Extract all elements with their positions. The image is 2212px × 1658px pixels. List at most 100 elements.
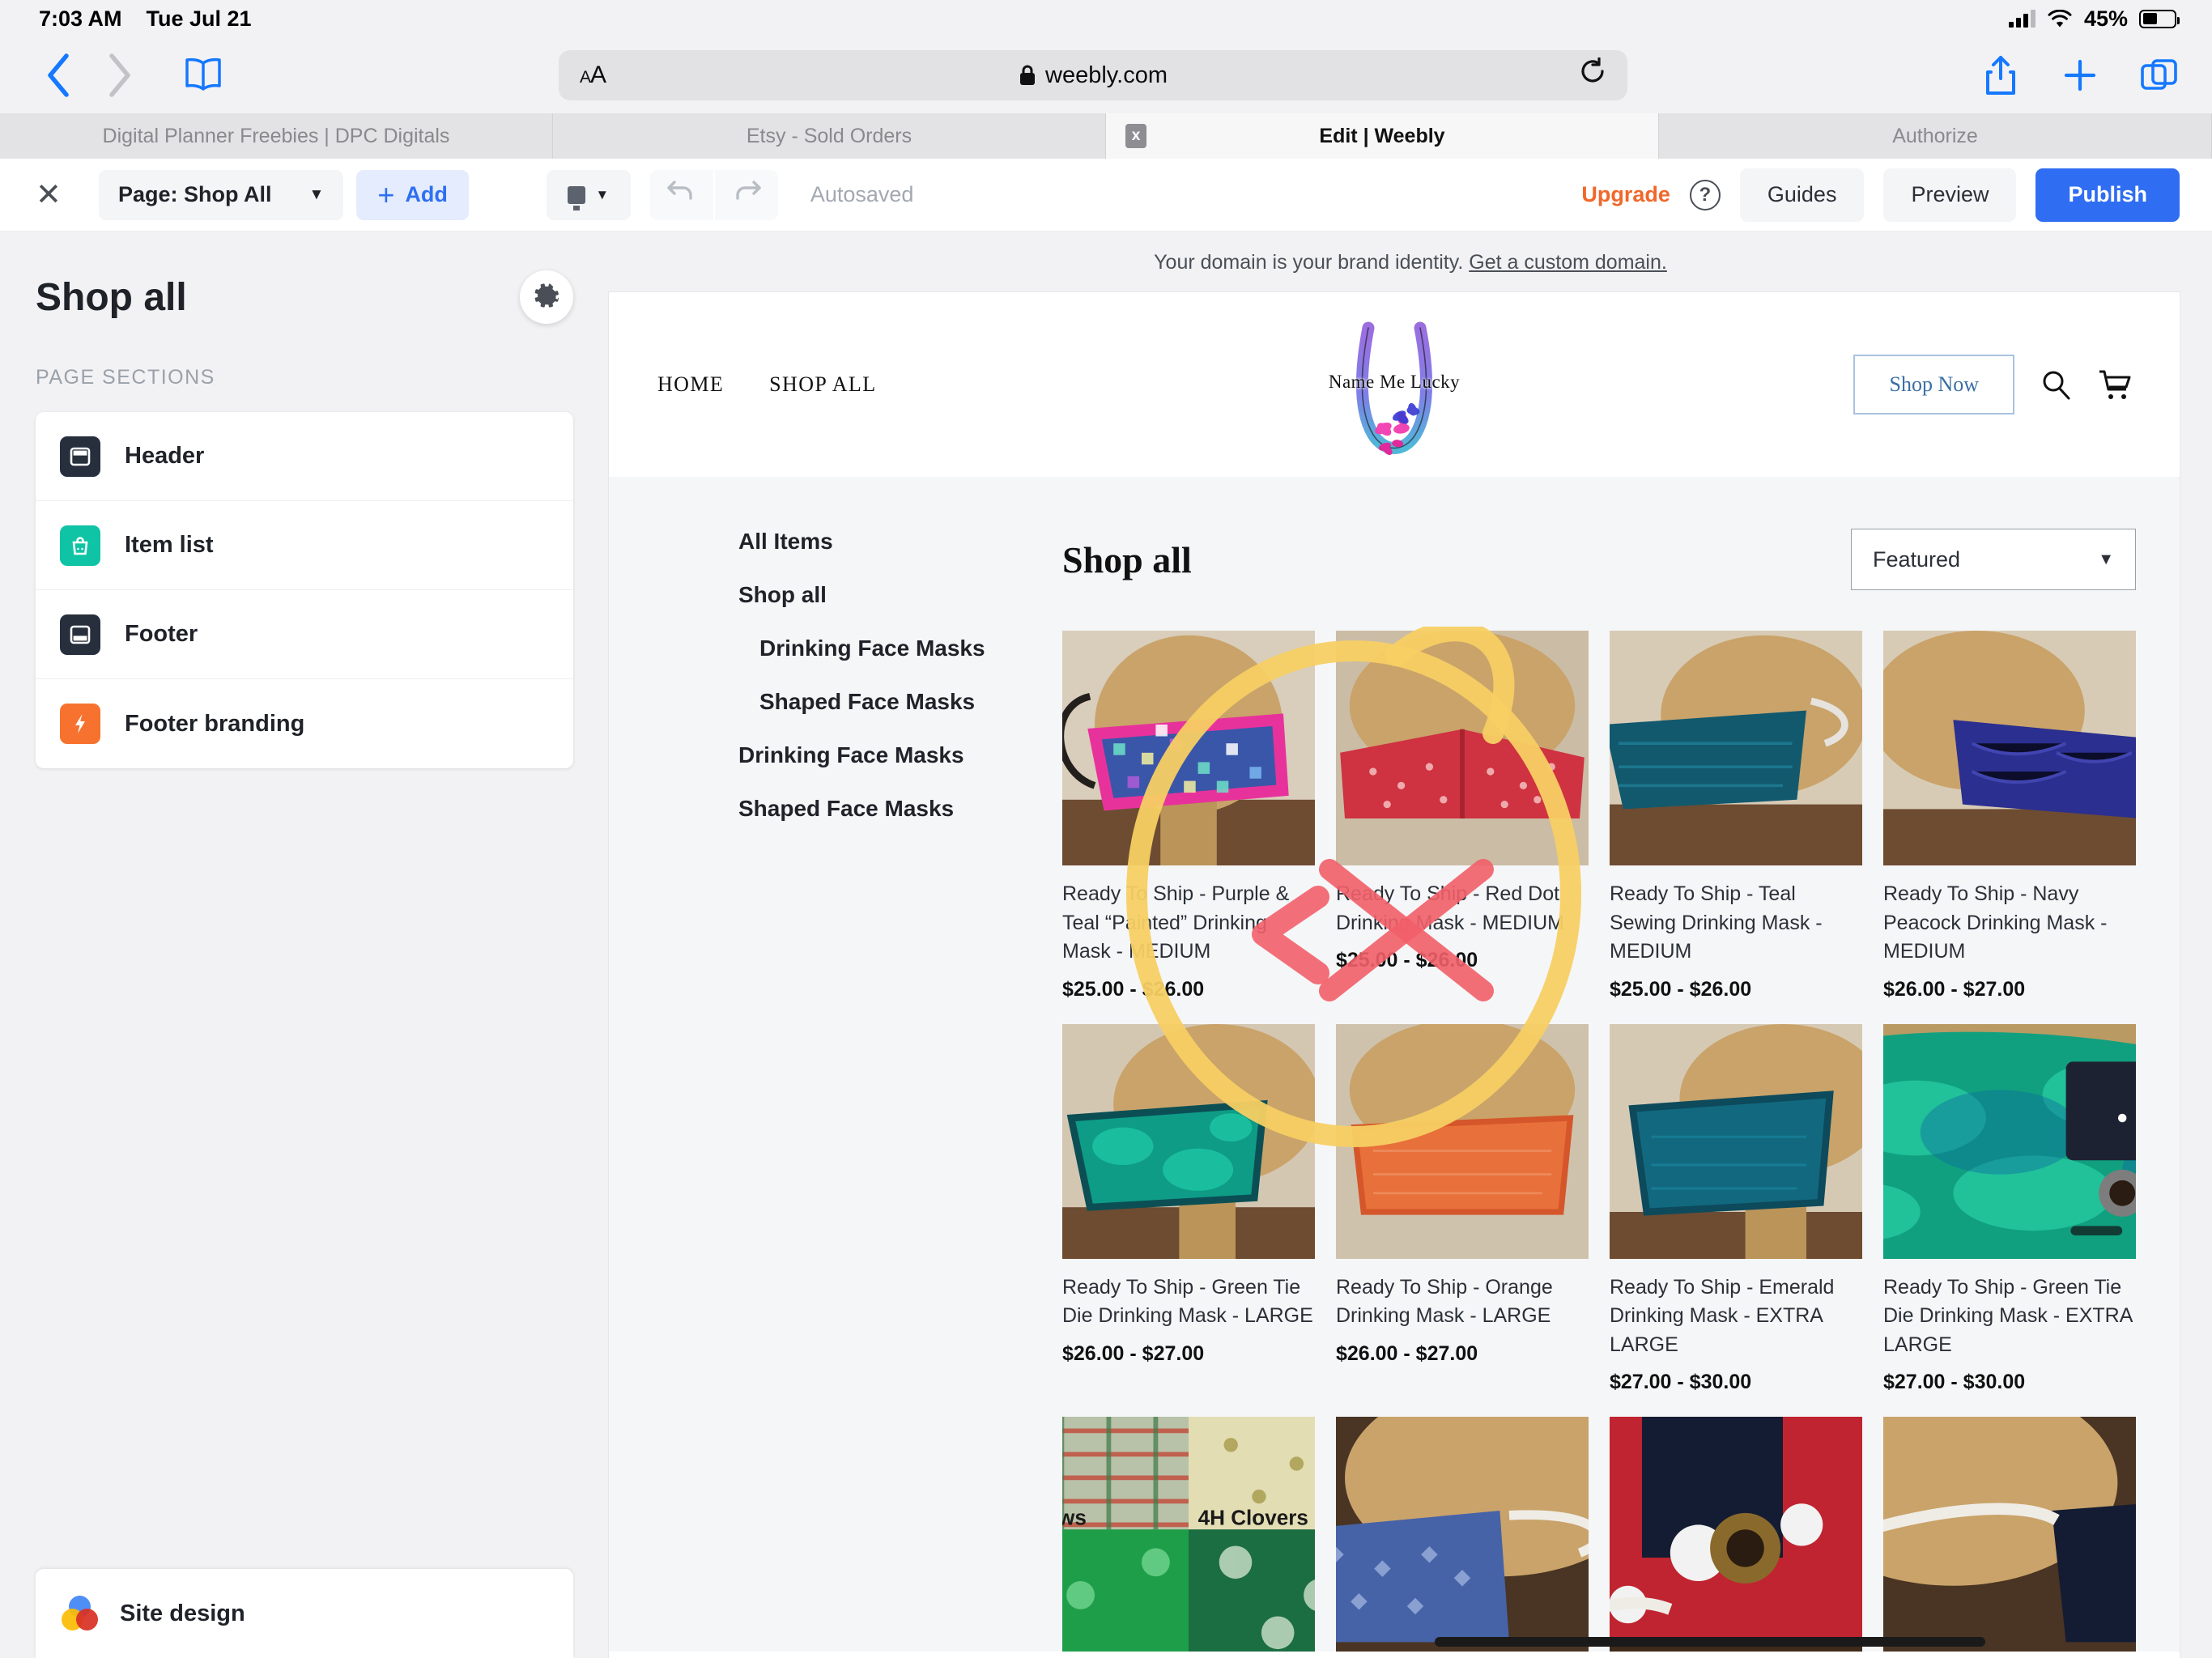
- horseshoe-flowers-logo: Name Me Lucky: [1313, 321, 1475, 459]
- product-card[interactable]: [1610, 1417, 1862, 1652]
- close-icon[interactable]: ✕: [36, 176, 74, 213]
- cellular-signal-icon: [2008, 10, 2035, 28]
- site-design-label: Site design: [120, 1600, 245, 1626]
- question-mark-icon[interactable]: ?: [1689, 179, 1721, 210]
- site-nav-home[interactable]: HOME: [657, 372, 724, 397]
- product-card[interactable]: Ready To Ship - Emerald Drinking Mask - …: [1610, 1023, 1862, 1395]
- svg-text:Green Bows: Green Bows: [1062, 1505, 1087, 1529]
- category-list: All Items Shop all Drinking Face Masks S…: [738, 529, 1062, 822]
- shop-now-label: Shop Now: [1889, 372, 1979, 396]
- gear-icon[interactable]: [520, 270, 573, 324]
- product-image: Green Bows 4H Clovers: [1062, 1417, 1315, 1652]
- sidebar-item-item-list[interactable]: Item list: [36, 501, 573, 590]
- product-price: $25.00 - $26.00: [1062, 977, 1205, 1001]
- browser-tab[interactable]: Authorize: [1659, 113, 2212, 159]
- desktop-icon: [568, 185, 586, 210]
- publish-button-label: Publish: [2068, 182, 2147, 206]
- product-card[interactable]: Ready To Ship - Teal Sewing Drinking Mas…: [1610, 631, 1862, 1001]
- device-preview-selector[interactable]: ▼: [546, 169, 631, 220]
- preview-button[interactable]: Preview: [1883, 168, 2017, 222]
- browser-tab[interactable]: Digital Planner Freebies | DPC Digitals: [0, 113, 553, 159]
- product-image: [1883, 631, 2136, 865]
- chevron-left-icon[interactable]: [29, 45, 89, 105]
- product-card[interactable]: [1883, 1417, 2136, 1652]
- product-card[interactable]: Ready To Ship - Navy Peacock Drinking Ma…: [1883, 631, 2136, 1001]
- product-card[interactable]: Green Bows 4H Clovers: [1062, 1417, 1315, 1652]
- book-icon[interactable]: [173, 45, 233, 105]
- status-date: Tue Jul 21: [146, 6, 252, 31]
- battery-icon: [2139, 9, 2180, 28]
- product-price: $26.00 - $27.00: [1062, 1341, 1205, 1365]
- guides-button[interactable]: Guides: [1739, 168, 1865, 222]
- close-icon[interactable]: x: [1125, 124, 1146, 148]
- chevron-down-icon: ▼: [2098, 550, 2114, 568]
- publish-button[interactable]: Publish: [2035, 168, 2180, 222]
- listing-title: Shop all: [1062, 538, 1192, 580]
- sidebar-item-label: Item list: [125, 532, 214, 558]
- tab-overview-icon[interactable]: [2136, 45, 2183, 105]
- product-image: [1336, 1023, 1589, 1259]
- product-card[interactable]: Ready To Ship - Orange Drinking Mask - L…: [1336, 1023, 1589, 1395]
- category-drinking-face-masks-sub[interactable]: Drinking Face Masks: [738, 636, 1062, 661]
- site-design-button[interactable]: Site design: [36, 1569, 573, 1658]
- share-icon[interactable]: [1977, 45, 2024, 105]
- upgrade-link[interactable]: Upgrade: [1581, 182, 1670, 207]
- product-title: Ready To Ship - Purple & Teal “Painted” …: [1062, 882, 1290, 963]
- product-title: Ready To Ship - Green Tie Die Drinking M…: [1883, 1275, 2133, 1356]
- site-nav: HOME SHOP ALL: [657, 372, 876, 397]
- product-image: [1336, 1417, 1589, 1652]
- category-shaped-face-masks-sub[interactable]: Shaped Face Masks: [738, 689, 1062, 715]
- url-text: weebly.com: [1045, 62, 1168, 88]
- sort-select[interactable]: Featured ▼: [1851, 529, 2136, 590]
- redo-button[interactable]: [714, 169, 778, 220]
- category-shop-all[interactable]: Shop all: [738, 582, 1062, 608]
- product-card[interactable]: Ready To Ship - Green Tie Die Drinking M…: [1883, 1023, 2136, 1395]
- ios-status-bar: 7:03 AM Tue Jul 21 45%: [0, 0, 2212, 37]
- site-header-actions: Shop Now: [1853, 355, 2131, 414]
- shop-now-button[interactable]: Shop Now: [1853, 355, 2014, 414]
- page-selector[interactable]: Page: Shop All ▼: [99, 169, 344, 220]
- product-title: Ready To Ship - Green Tie Die Drinking M…: [1062, 1275, 1313, 1328]
- shopping-bag-icon: [60, 525, 100, 566]
- sidebar-item-footer-branding[interactable]: Footer branding: [36, 679, 573, 768]
- product-price: $27.00 - $30.00: [1883, 1371, 2026, 1393]
- chevron-right-icon: [89, 45, 149, 105]
- browser-tab-active[interactable]: x Edit | Weebly: [1106, 113, 1659, 159]
- page-title: Shop all: [36, 275, 187, 319]
- chevron-down-icon: ▼: [595, 186, 610, 202]
- product-title: Ready To Ship - Navy Peacock Drinking Ma…: [1883, 882, 2108, 963]
- product-card[interactable]: Ready To Ship - Green Tie Die Drinking M…: [1062, 1023, 1315, 1395]
- search-icon[interactable]: [2039, 368, 2073, 402]
- weebly-editor-toolbar: ✕ Page: Shop All ▼ + Add ▼ Autosaved Upg…: [0, 159, 2212, 232]
- sidebar-item-header[interactable]: Header: [36, 412, 573, 501]
- browser-tab[interactable]: Etsy - Sold Orders: [553, 113, 1106, 159]
- get-custom-domain-link[interactable]: Get a custom domain.: [1469, 251, 1667, 274]
- product-card[interactable]: [1336, 1417, 1589, 1652]
- product-card[interactable]: Ready To Ship - Red Dot Drinking Mask - …: [1336, 631, 1589, 1001]
- chevron-down-icon: ▼: [308, 185, 325, 203]
- product-price: $27.00 - $30.00: [1610, 1371, 1752, 1393]
- editor-workspace: Shop all PAGE SECTIONS Header Item list: [0, 232, 2212, 1658]
- page-sections-panel: Shop all PAGE SECTIONS Header Item list: [0, 232, 609, 1658]
- plus-icon[interactable]: [2057, 45, 2104, 105]
- plus-icon: +: [377, 177, 395, 211]
- product-image: [1062, 631, 1315, 865]
- site-nav-shop-all[interactable]: SHOP ALL: [769, 372, 876, 397]
- product-title: Ready To Ship - Orange Drinking Mask - L…: [1336, 1275, 1553, 1328]
- shopping-cart-icon[interactable]: [2097, 368, 2131, 402]
- category-shaped-face-masks[interactable]: Shaped Face Masks: [738, 796, 1062, 822]
- undo-button[interactable]: [649, 169, 713, 220]
- add-button-label: Add: [405, 182, 448, 206]
- product-listing: Shop all Featured ▼ Ready To Ship - Purp…: [1062, 529, 2180, 1652]
- add-button[interactable]: + Add: [356, 169, 469, 220]
- address-bar[interactable]: AA weebly.com: [559, 50, 1627, 100]
- product-card[interactable]: Ready To Ship - Purple & Teal “Painted” …: [1062, 631, 1315, 1001]
- tab-label: Etsy - Sold Orders: [746, 124, 912, 147]
- horizontal-scrollbar[interactable]: [1435, 1637, 1985, 1647]
- sidebar-item-footer[interactable]: Footer: [36, 590, 573, 679]
- category-all-items[interactable]: All Items: [738, 529, 1062, 555]
- tab-label: Digital Planner Freebies | DPC Digitals: [102, 124, 450, 147]
- tab-label: Edit | Weebly: [1319, 124, 1445, 147]
- category-drinking-face-masks[interactable]: Drinking Face Masks: [738, 742, 1062, 768]
- header-layout-icon: [60, 436, 100, 477]
